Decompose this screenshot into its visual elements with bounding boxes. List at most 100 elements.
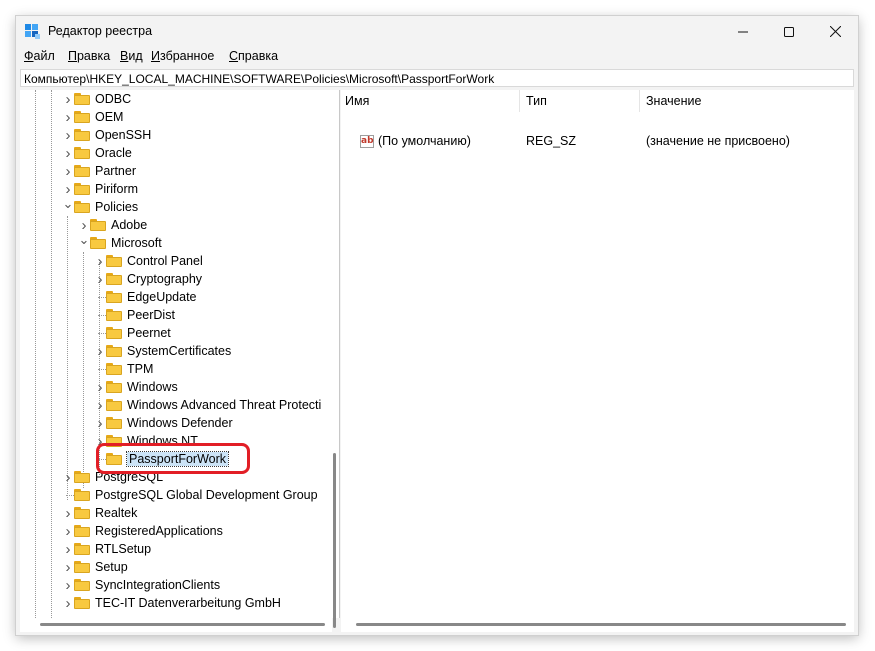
menu-edit[interactable]: Правка	[68, 49, 110, 63]
chevron-right-icon[interactable]: ›	[62, 522, 74, 540]
chevron-right-icon[interactable]: ›	[62, 594, 74, 612]
folder-icon	[74, 165, 90, 177]
tree-item-tec-it-datenverarbeitung-gmbh[interactable]: › TEC-IT Datenverarbeitung GmbH	[62, 594, 281, 612]
chevron-right-icon[interactable]: ›	[62, 108, 74, 126]
chevron-right-icon[interactable]: ›	[94, 342, 106, 360]
tree-hscroll-thumb[interactable]	[40, 623, 325, 626]
tree-connector-line	[98, 368, 106, 370]
tree-item-edgeupdate[interactable]: EdgeUpdate	[94, 288, 197, 306]
tree-connector	[62, 486, 74, 504]
column-header-name[interactable]: Имя	[345, 90, 369, 112]
tree-item-label: Setup	[95, 560, 128, 574]
value-row[interactable]: ab (По умолчанию) REG_SZ (значение не пр…	[341, 132, 851, 150]
menu-help[interactable]: Справка	[229, 49, 278, 63]
tree-item-oracle[interactable]: › Oracle	[62, 144, 132, 162]
folder-icon	[74, 489, 90, 501]
tree-item-label: TPM	[127, 362, 154, 376]
tree-item-peernet[interactable]: Peernet	[94, 324, 171, 342]
list-hscroll-thumb[interactable]	[356, 623, 846, 626]
tree-item-cryptography[interactable]: › Cryptography	[94, 270, 203, 288]
tree-item-postgresql-global-development-group[interactable]: PostgreSQL Global Development Group	[62, 486, 318, 504]
minimize-icon	[738, 31, 748, 32]
chevron-right-icon[interactable]: ›	[94, 270, 106, 288]
chevron-right-icon[interactable]: ›	[62, 90, 74, 108]
column-header-type[interactable]: Тип	[526, 90, 547, 112]
chevron-right-icon[interactable]: ›	[62, 540, 74, 558]
chevron-down-icon[interactable]: ⌄	[78, 231, 90, 249]
menu-favorites[interactable]: Избранное	[151, 49, 214, 63]
chevron-right-icon[interactable]: ›	[62, 162, 74, 180]
tree-item-windows-advanced-threat-protecti[interactable]: › Windows Advanced Threat Protecti	[94, 396, 322, 414]
tree-item-label: Microsoft	[111, 236, 162, 250]
chevron-right-icon[interactable]: ›	[62, 504, 74, 522]
tree-item-syncintegrationclients[interactable]: › SyncIntegrationClients	[62, 576, 221, 594]
menu-file[interactable]: Файл	[24, 49, 55, 63]
tree-item-realtek[interactable]: › Realtek	[62, 504, 138, 522]
folder-icon	[74, 93, 90, 105]
column-header-value[interactable]: Значение	[646, 90, 701, 112]
tree-item-oem[interactable]: › OEM	[62, 108, 124, 126]
chevron-right-icon[interactable]: ›	[94, 378, 106, 396]
folder-icon	[106, 273, 122, 285]
string-value-icon: ab	[360, 134, 374, 148]
folder-icon	[106, 417, 122, 429]
values-list-pane[interactable]: Имя Тип Значение ab (По умолчанию) REG_S…	[341, 90, 854, 618]
column-separator[interactable]	[519, 90, 520, 112]
folder-icon	[74, 471, 90, 483]
tree-item-label: TEC-IT Datenverarbeitung GmbH	[95, 596, 281, 610]
list-horizontal-scrollbar[interactable]	[341, 618, 854, 632]
tree-item-label: RTLSetup	[95, 542, 152, 556]
chevron-right-icon[interactable]: ›	[62, 126, 74, 144]
chevron-right-icon[interactable]: ›	[94, 414, 106, 432]
folder-icon	[90, 219, 106, 231]
folder-icon	[74, 561, 90, 573]
tree-item-windows[interactable]: › Windows	[94, 378, 178, 396]
chevron-down-icon[interactable]: ⌄	[62, 195, 74, 213]
tree-item-odbc[interactable]: › ODBC	[62, 90, 132, 108]
chevron-right-icon[interactable]: ›	[62, 468, 74, 486]
maximize-button[interactable]	[766, 16, 812, 47]
tree-item-partner[interactable]: › Partner	[62, 162, 137, 180]
key-tree-pane[interactable]: › ODBC › OEM › OpenSSH › Oracle › Partner › Pirifor…	[20, 90, 332, 618]
folder-icon	[74, 111, 90, 123]
tree-item-microsoft[interactable]: ⌄ Microsoft	[78, 231, 162, 252]
tree-item-openssh[interactable]: › OpenSSH	[62, 126, 152, 144]
column-separator[interactable]	[639, 90, 640, 112]
tree-item-windows-defender[interactable]: › Windows Defender	[94, 414, 233, 432]
registry-editor-window: Редактор реестра Файл Правка Вид Избранн…	[16, 16, 858, 635]
folder-icon	[74, 201, 90, 213]
tree-item-control-panel[interactable]: › Control Panel	[94, 252, 203, 270]
chevron-right-icon[interactable]: ›	[94, 252, 106, 270]
chevron-right-icon[interactable]: ›	[94, 396, 106, 414]
tree-item-rtlsetup[interactable]: › RTLSetup	[62, 540, 152, 558]
tree-horizontal-scrollbar[interactable]	[20, 618, 332, 632]
folder-icon	[106, 345, 122, 357]
tree-item-label: ODBC	[95, 92, 132, 106]
value-name: (По умолчанию)	[378, 134, 471, 148]
tree-vertical-scrollbar[interactable]	[332, 90, 339, 628]
window-title: Редактор реестра	[48, 24, 153, 38]
folder-icon	[74, 129, 90, 141]
chevron-right-icon[interactable]: ›	[62, 558, 74, 576]
tree-item-peerdist[interactable]: PeerDist	[94, 306, 175, 324]
tree-item-label: Partner	[95, 164, 136, 178]
tree-item-systemcertificates[interactable]: › SystemCertificates	[94, 342, 232, 360]
address-bar[interactable]: Компьютер\HKEY_LOCAL_MACHINE\SOFTWARE\Po…	[20, 69, 854, 87]
menu-view[interactable]: Вид	[120, 49, 143, 63]
title-bar[interactable]: Редактор реестра	[16, 16, 858, 47]
chevron-right-icon[interactable]: ›	[62, 576, 74, 594]
tree-item-tpm[interactable]: TPM	[94, 360, 153, 378]
chevron-right-icon[interactable]: ›	[62, 144, 74, 162]
tree-item-registeredapplications[interactable]: › RegisteredApplications	[62, 522, 223, 540]
tree-item-label: Windows Defender	[127, 416, 233, 430]
tree-item-policies[interactable]: ⌄ Policies	[62, 195, 139, 216]
minimize-button[interactable]	[720, 16, 766, 47]
pane-splitter[interactable]	[339, 90, 340, 618]
tree-connector	[94, 360, 106, 378]
tree-connector-line	[98, 332, 106, 334]
tree-scroll-thumb[interactable]	[333, 453, 336, 628]
tree-item-label: Piriform	[95, 182, 139, 196]
close-button[interactable]	[812, 16, 858, 47]
value-type: REG_SZ	[526, 134, 577, 148]
tree-item-setup[interactable]: › Setup	[62, 558, 128, 576]
